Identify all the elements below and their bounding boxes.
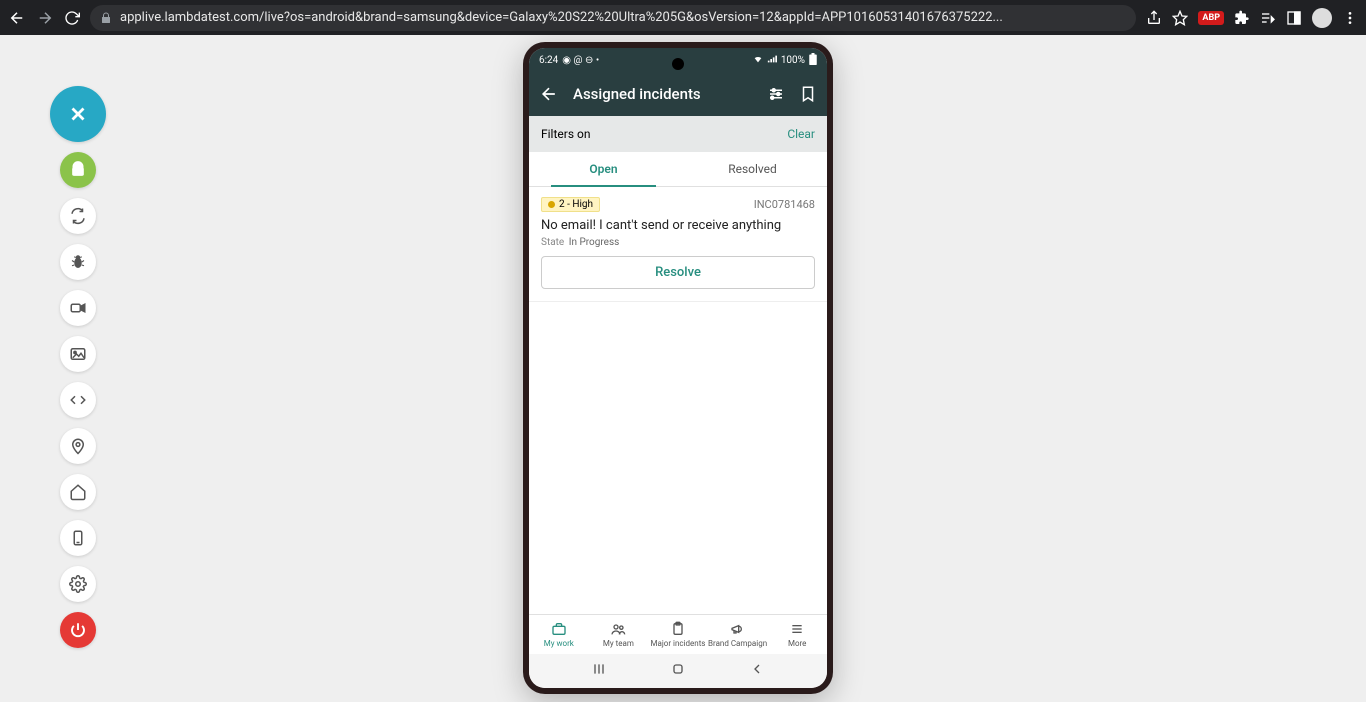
- close-session-button[interactable]: [50, 86, 106, 142]
- abp-badge[interactable]: ABP: [1198, 11, 1224, 25]
- settings-icon[interactable]: [60, 566, 96, 602]
- tab-resolved[interactable]: Resolved: [678, 152, 827, 186]
- device-screen: 6:24 ◉ @ ⊖ • 100%: [529, 48, 827, 688]
- incident-id: INC0781468: [754, 198, 815, 211]
- side-toolbar: [50, 86, 106, 648]
- devtools-icon[interactable]: [60, 382, 96, 418]
- incident-title: No email! I cant't send or receive anyth…: [541, 218, 815, 233]
- severity-badge: 2 - High: [541, 197, 600, 212]
- page-title: Assigned incidents: [573, 85, 753, 103]
- battery-text: 100%: [781, 55, 805, 66]
- home-button[interactable]: [670, 661, 686, 681]
- signal-icon: [767, 54, 777, 67]
- tab-open[interactable]: Open: [529, 152, 678, 186]
- kebab-menu-icon[interactable]: [1342, 10, 1358, 26]
- device-icon[interactable]: [60, 520, 96, 556]
- battery-icon: [809, 53, 817, 68]
- bottom-tab-bar: My work My team Major incidents Brand Ca…: [529, 614, 827, 654]
- bug-icon[interactable]: [60, 244, 96, 280]
- menu-icon: [789, 621, 805, 637]
- clipboard-icon: [670, 621, 686, 637]
- browser-reload-button[interactable]: [64, 10, 80, 26]
- camera-hole: [672, 58, 684, 70]
- bottom-tab-more[interactable]: More: [767, 615, 827, 654]
- team-icon: [610, 621, 626, 637]
- video-icon[interactable]: [60, 290, 96, 326]
- megaphone-icon: [730, 621, 746, 637]
- location-icon[interactable]: [60, 428, 96, 464]
- device-frame: 6:24 ◉ @ ⊖ • 100%: [523, 42, 833, 694]
- briefcase-icon: [551, 621, 567, 637]
- incident-state: State In Progress: [541, 237, 815, 248]
- url-text: applive.lambdatest.com/live?os=android&b…: [120, 10, 1003, 25]
- severity-text: 2 - High: [559, 199, 593, 210]
- back-button[interactable]: [749, 661, 765, 681]
- bookmark-star-icon[interactable]: [1172, 10, 1188, 26]
- media-icon[interactable]: [1260, 10, 1276, 26]
- screenshot-icon[interactable]: [60, 336, 96, 372]
- rotate-icon[interactable]: [60, 198, 96, 234]
- filter-row: Filters on Clear: [529, 116, 827, 152]
- android-icon[interactable]: [60, 152, 96, 188]
- bottom-tab-major-incidents[interactable]: Major incidents: [648, 615, 708, 654]
- back-arrow-icon[interactable]: [539, 84, 559, 104]
- clear-filter-button[interactable]: Clear: [787, 127, 815, 141]
- window-control-icon[interactable]: [1286, 10, 1302, 26]
- profile-avatar[interactable]: [1312, 8, 1332, 28]
- filter-label: Filters on: [541, 127, 590, 141]
- bottom-tab-brand-campaign[interactable]: Brand Campaign: [708, 615, 768, 654]
- share-icon[interactable]: [1146, 10, 1162, 26]
- bookmark-icon[interactable]: [799, 85, 817, 103]
- wifi-icon: [753, 54, 763, 67]
- browser-back-button[interactable]: [8, 9, 26, 27]
- power-icon[interactable]: [60, 612, 96, 648]
- resolve-button[interactable]: Resolve: [541, 256, 815, 289]
- filter-sliders-icon[interactable]: [767, 85, 785, 103]
- home-icon[interactable]: [60, 474, 96, 510]
- browser-chrome-bar: applive.lambdatest.com/live?os=android&b…: [0, 0, 1366, 35]
- app-header: Assigned incidents: [529, 72, 827, 116]
- bottom-tab-my-work[interactable]: My work: [529, 615, 589, 654]
- status-app-icons: ◉ @ ⊖ •: [562, 55, 599, 66]
- android-nav-bar: [529, 654, 827, 688]
- lock-icon: [100, 12, 112, 24]
- incident-card[interactable]: 2 - High INC0781468 No email! I cant't s…: [529, 187, 827, 302]
- app-body-empty: [529, 302, 827, 614]
- status-time: 6:24: [539, 55, 558, 66]
- browser-forward-button[interactable]: [36, 9, 54, 27]
- recents-button[interactable]: [591, 661, 607, 681]
- severity-dot-icon: [548, 201, 555, 208]
- bottom-tab-my-team[interactable]: My team: [589, 615, 649, 654]
- extensions-icon[interactable]: [1234, 10, 1250, 26]
- tabs: Open Resolved: [529, 152, 827, 187]
- url-bar[interactable]: applive.lambdatest.com/live?os=android&b…: [90, 5, 1136, 31]
